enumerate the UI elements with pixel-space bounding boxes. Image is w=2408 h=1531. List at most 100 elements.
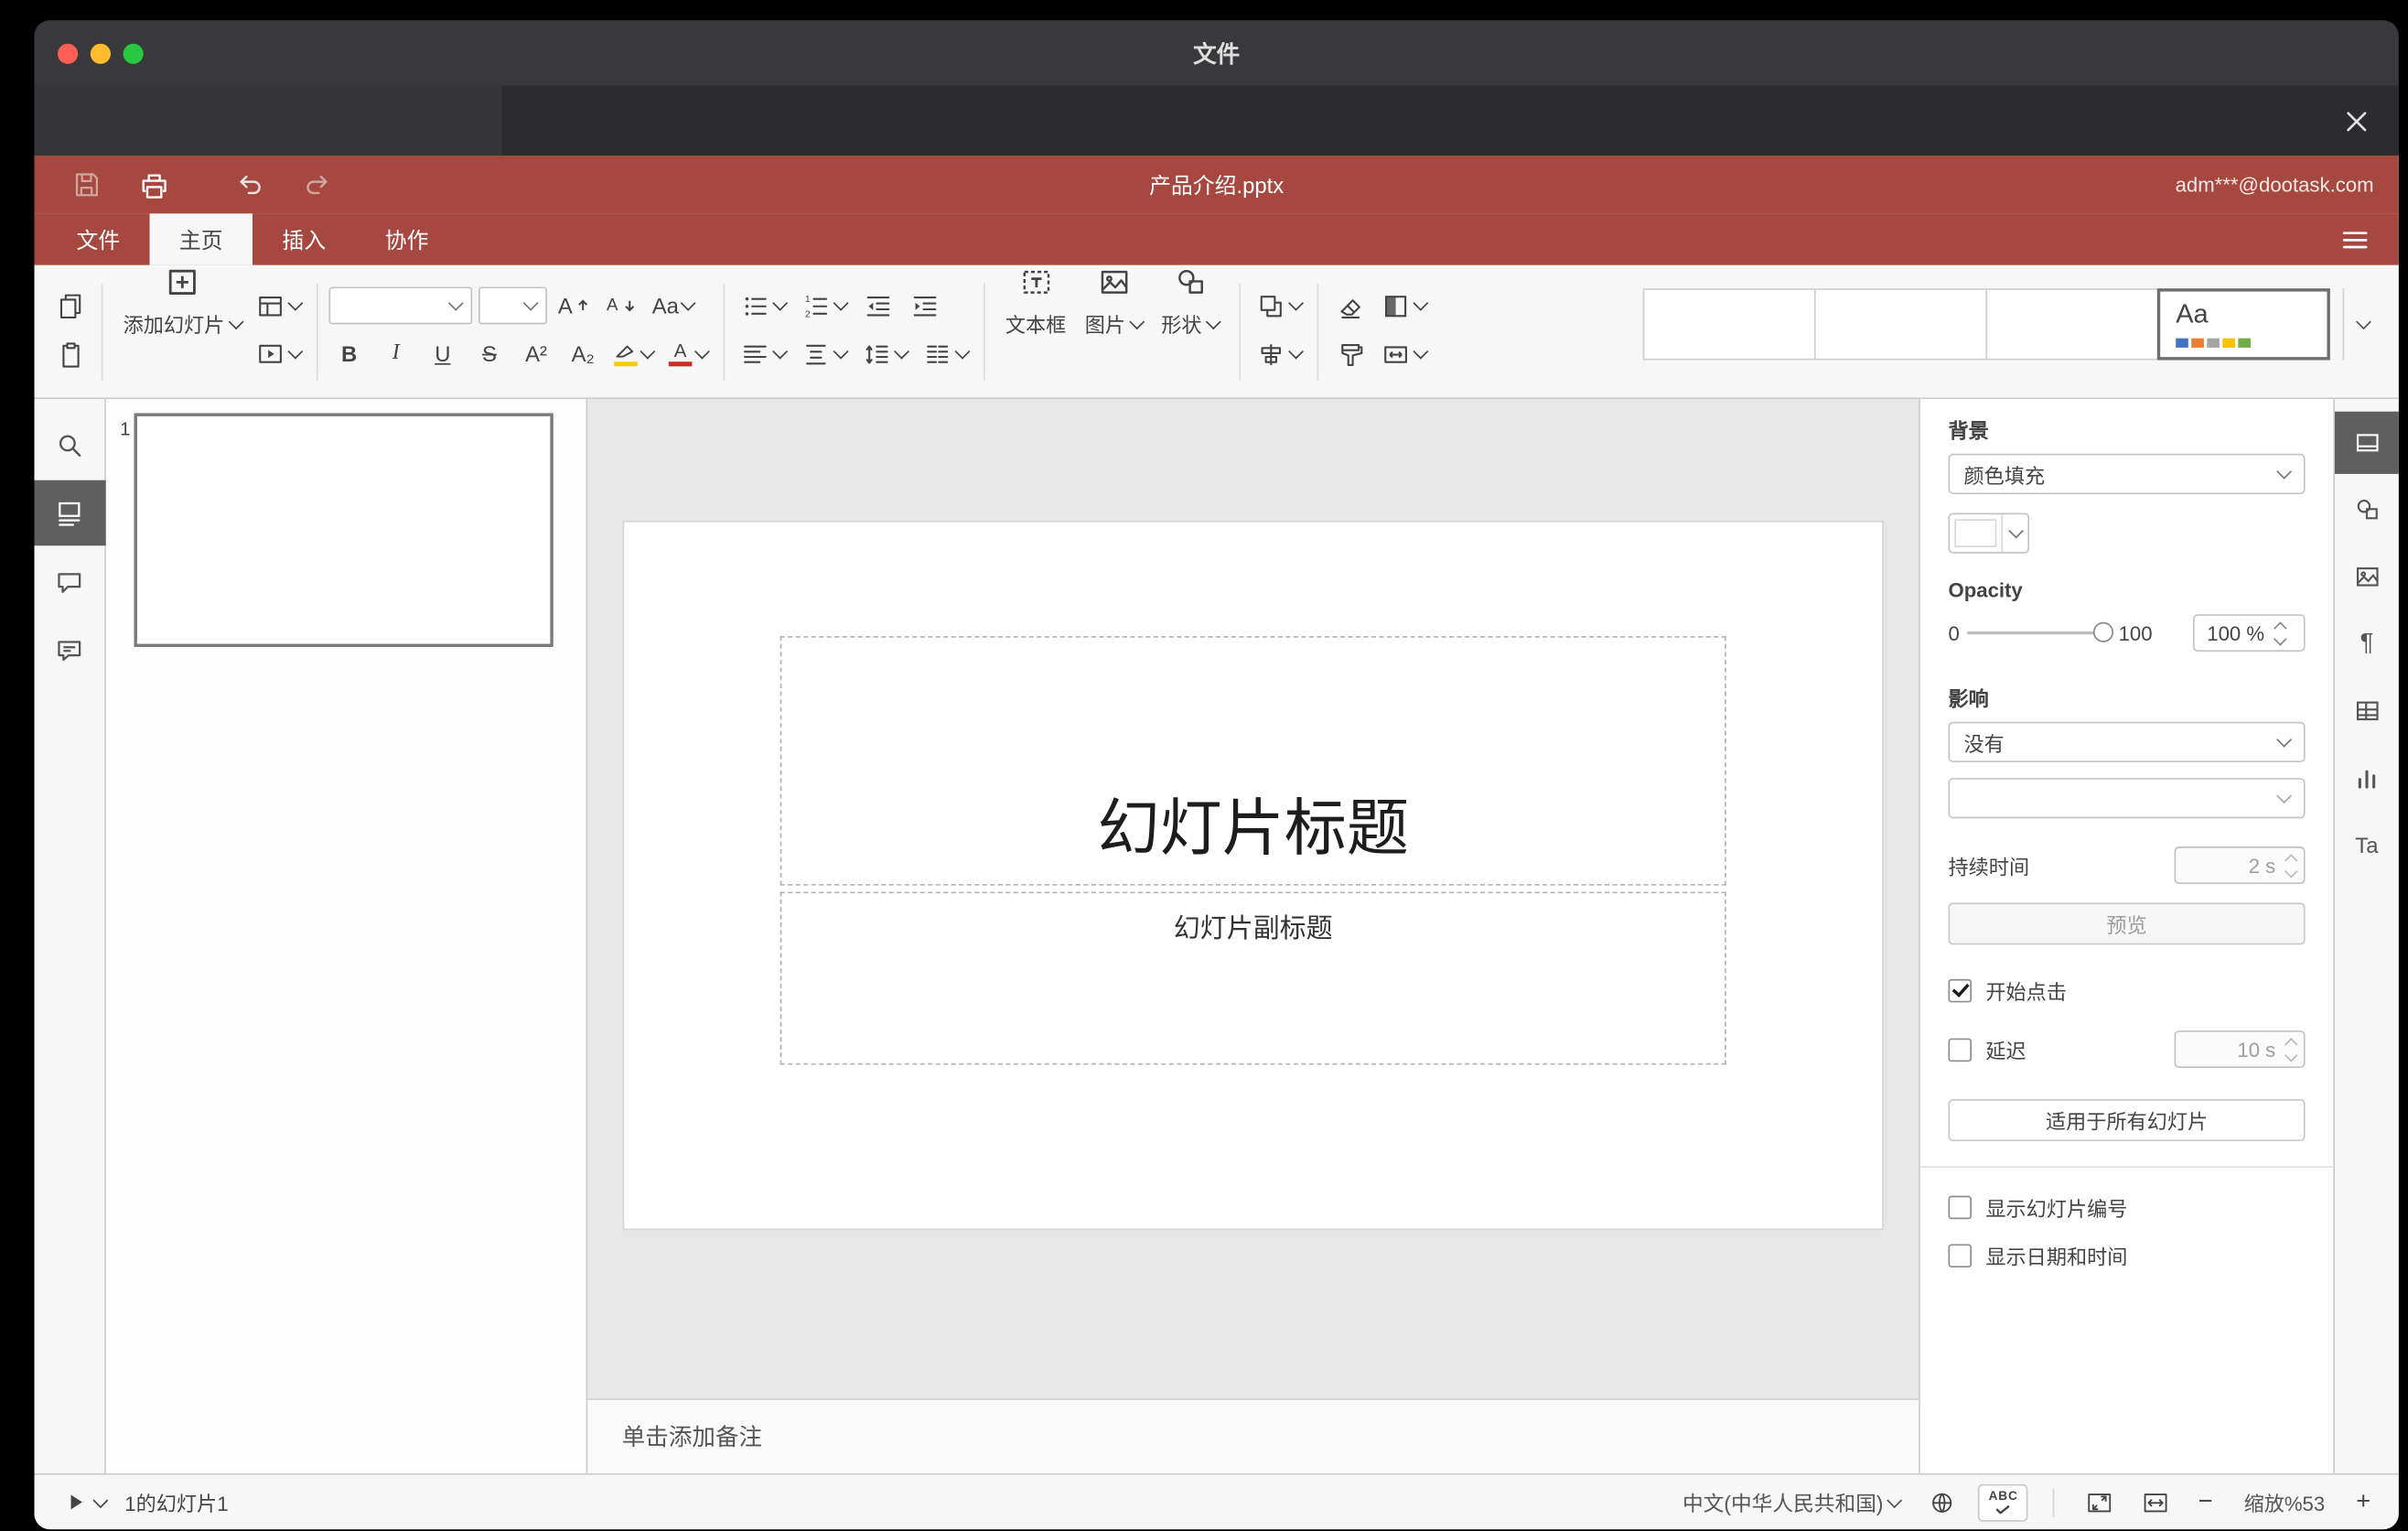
effect-type-select[interactable] <box>1948 778 2306 819</box>
toolbar-separator <box>1317 284 1319 381</box>
fit-width-button[interactable] <box>2135 1485 2176 1519</box>
effect-select[interactable]: 没有 <box>1948 721 2306 763</box>
increase-indent-icon <box>912 296 936 316</box>
print-button[interactable] <box>133 163 177 207</box>
tab-insert[interactable]: 插入 <box>253 213 355 264</box>
image-settings-button[interactable] <box>2334 545 2399 608</box>
redo-button[interactable] <box>296 164 339 206</box>
theme-option-2[interactable] <box>1813 288 1988 361</box>
copy-button[interactable] <box>50 286 91 326</box>
spinner-arrows[interactable] <box>2273 620 2287 645</box>
font-size-combo[interactable] <box>478 286 547 325</box>
superscript-button[interactable]: A² <box>516 334 556 374</box>
insert-image-button[interactable]: 图片 <box>1076 265 1153 356</box>
insert-shape-button[interactable]: 形状 <box>1152 265 1229 356</box>
align-shapes-button[interactable] <box>1252 334 1306 374</box>
slide-size-button[interactable] <box>1376 334 1431 374</box>
chart-settings-icon <box>2357 770 2375 789</box>
undo-button[interactable] <box>229 164 271 206</box>
apply-to-all-button[interactable]: 适用于所有幻灯片 <box>1948 1099 2306 1142</box>
show-slide-number-checkbox[interactable] <box>1948 1195 1973 1220</box>
font-group: A A Aa B I U S A² A₂ A <box>328 265 712 374</box>
arrange-shapes-button[interactable] <box>1252 286 1306 326</box>
document-language-button[interactable] <box>1922 1485 1962 1519</box>
copy-style-button[interactable] <box>1329 334 1370 374</box>
duration-spinner[interactable]: 2 s <box>2174 846 2306 884</box>
show-date-time-checkbox[interactable] <box>1948 1244 1973 1268</box>
shape-settings-button[interactable] <box>2334 479 2399 541</box>
table-settings-button[interactable] <box>2334 680 2399 742</box>
start-slideshow-button[interactable] <box>251 334 306 374</box>
spinner-arrows[interactable] <box>2284 1037 2298 1062</box>
opacity-max-label: 100 <box>2118 620 2153 645</box>
delay-spinner[interactable]: 10 s <box>2174 1030 2306 1068</box>
underline-button[interactable]: U <box>423 334 463 374</box>
start-on-click-checkbox[interactable] <box>1948 978 1973 1003</box>
document-title[interactable]: 产品介绍.pptx <box>34 169 2398 200</box>
slide-settings-button[interactable] <box>2334 411 2399 474</box>
strikethrough-button[interactable]: S <box>469 334 510 374</box>
change-case-button[interactable]: Aa <box>648 286 699 326</box>
bold-button[interactable]: B <box>328 334 369 374</box>
start-slideshow-status-button[interactable] <box>56 1486 112 1519</box>
theme-option-1[interactable] <box>1642 288 1816 361</box>
slide[interactable]: 幻灯片标题 幻灯片副标题 <box>624 522 1883 1229</box>
chevron-down-icon <box>1887 1492 1903 1508</box>
textart-settings-button[interactable]: Ta <box>2334 814 2399 876</box>
bullets-button[interactable] <box>736 286 790 326</box>
svg-text:2: 2 <box>805 308 811 319</box>
opacity-spinner[interactable]: 100 % <box>2192 614 2306 652</box>
color-scheme-button[interactable] <box>1376 286 1431 326</box>
vertical-align-button[interactable] <box>797 334 852 374</box>
insert-textbox-button[interactable]: 文本框 <box>996 265 1076 356</box>
increase-font-button[interactable]: A <box>554 286 595 326</box>
spinner-arrows[interactable] <box>2284 853 2298 878</box>
tab-home[interactable]: 主页 <box>149 213 253 265</box>
add-slide-button[interactable]: 添加幻灯片 <box>113 265 251 356</box>
spell-check-button[interactable]: ABC <box>1978 1482 2028 1521</box>
tab-collaboration[interactable]: 协作 <box>355 213 457 264</box>
search-panel-button[interactable] <box>34 412 105 478</box>
chat-panel-button[interactable] <box>34 618 105 684</box>
title-placeholder[interactable]: 幻灯片标题 <box>779 636 1726 886</box>
comments-panel-button[interactable] <box>34 549 105 615</box>
preview-button[interactable]: 预览 <box>1948 902 2306 945</box>
theme-option-3[interactable] <box>1985 288 2159 361</box>
chart-settings-button[interactable] <box>2334 747 2399 809</box>
close-icon[interactable] <box>2337 102 2377 142</box>
decrease-indent-button[interactable] <box>857 286 898 326</box>
increase-indent-button[interactable] <box>904 286 944 326</box>
zoom-out-button[interactable]: − <box>2192 1485 2220 1519</box>
background-color-picker[interactable] <box>1948 512 2030 554</box>
opacity-slider-knob[interactable] <box>2093 621 2114 642</box>
highlight-color-button[interactable] <box>609 334 658 374</box>
paragraph-settings-button[interactable]: ¶ <box>2334 613 2399 675</box>
language-button[interactable]: 中文(中华人民共和国) <box>1676 1484 1907 1520</box>
slides-panel-button[interactable] <box>34 480 105 546</box>
decrease-font-button[interactable]: A <box>600 286 640 326</box>
background-fill-select[interactable]: 颜色填充 <box>1948 453 2306 495</box>
delay-checkbox[interactable] <box>1948 1037 1973 1062</box>
change-layout-button[interactable] <box>251 286 306 326</box>
line-spacing-button[interactable] <box>857 334 912 374</box>
columns-button[interactable] <box>918 334 973 374</box>
opacity-slider[interactable] <box>1967 621 2114 642</box>
view-settings-button[interactable] <box>2330 213 2381 264</box>
theme-option-selected[interactable]: Aa <box>2156 288 2330 361</box>
theme-gallery-expand-button[interactable] <box>2342 288 2383 361</box>
subscript-button[interactable]: A₂ <box>563 334 603 374</box>
tab-file[interactable]: 文件 <box>47 213 149 264</box>
notes-area[interactable]: 单击添加备注 <box>587 1398 1919 1473</box>
font-color-button[interactable]: A <box>664 334 713 374</box>
fit-slide-button[interactable] <box>2080 1485 2120 1519</box>
italic-button[interactable]: I <box>376 334 416 374</box>
numbering-button[interactable]: 12 <box>797 286 852 326</box>
save-button[interactable] <box>66 164 108 206</box>
clear-style-button[interactable] <box>1329 286 1370 326</box>
paste-button[interactable] <box>50 334 91 374</box>
font-name-combo[interactable] <box>328 286 473 325</box>
slide-thumbnail-1[interactable] <box>134 413 554 647</box>
subtitle-placeholder[interactable]: 幻灯片副标题 <box>779 891 1726 1065</box>
zoom-in-button[interactable]: + <box>2349 1485 2377 1519</box>
horizontal-align-button[interactable] <box>736 334 790 374</box>
